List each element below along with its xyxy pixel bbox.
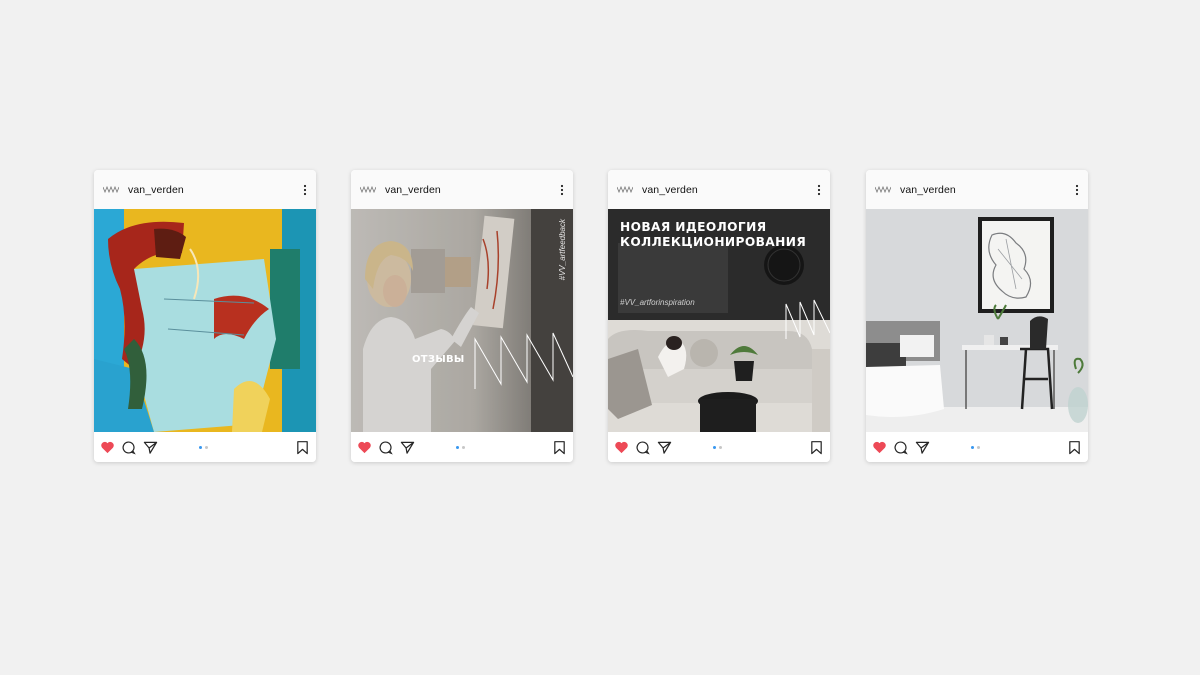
post-image-gallery-review[interactable]: ОТЗЫВЫ #VV_artfeedback [351,209,573,432]
overlay-label: ОТЗЫВЫ [412,354,465,365]
instagram-post-4: van_verden [866,170,1088,462]
vertical-ellipsis-icon[interactable] [302,183,308,197]
carousel-dot-active [199,446,202,449]
carousel-dot [205,446,208,449]
vertical-ellipsis-icon[interactable] [816,183,822,197]
post-header: van_verden [608,170,830,209]
vertical-ellipsis-icon[interactable] [559,183,565,197]
username[interactable]: van_verden [642,184,698,196]
post-actions [351,432,573,462]
bookmark-icon[interactable] [552,440,567,455]
paper-plane-icon[interactable] [143,440,158,455]
van-verden-logo-icon[interactable] [360,183,376,195]
bookmark-icon[interactable] [295,440,310,455]
carousel-dot-active [456,446,459,449]
van-verden-logo-icon[interactable] [103,183,119,195]
username[interactable]: van_verden [128,184,184,196]
post-image-abstract-painting[interactable] [94,209,316,432]
van-verden-logo-icon[interactable] [875,183,891,195]
heart-icon[interactable] [614,440,629,455]
carousel-dot-active [971,446,974,449]
paper-plane-icon[interactable] [915,440,930,455]
username[interactable]: van_verden [385,184,441,196]
carousel-indicator [713,446,727,450]
post-actions [608,432,830,462]
comment-icon[interactable] [893,440,908,455]
mockup-stage: van_verden van_verden ОТЗЫВЫ #VV_artfeed… [0,0,1200,675]
instagram-post-3: van_verden НОВАЯ ИДЕОЛОГИЯ КОЛЛЕКЦИОНИРО… [608,170,830,462]
comment-icon[interactable] [121,440,136,455]
hashtag-label: #VV_artfeedback [558,219,567,281]
hashtag-label: #VV_artforinspiration [620,298,695,307]
post-actions [866,432,1088,462]
bookmark-icon[interactable] [1067,440,1082,455]
heart-icon[interactable] [357,440,372,455]
paper-plane-icon[interactable] [400,440,415,455]
post-image-collecting-ideology[interactable]: НОВАЯ ИДЕОЛОГИЯ КОЛЛЕКЦИОНИРОВАНИЯ #VV_a… [608,209,830,432]
bookmark-icon[interactable] [809,440,824,455]
paper-plane-icon[interactable] [657,440,672,455]
instagram-post-2: van_verden ОТЗЫВЫ #VV_artfeedback [351,170,573,462]
heart-icon[interactable] [100,440,115,455]
post-image-bedroom-interior[interactable] [866,209,1088,432]
carousel-indicator [456,446,470,450]
instagram-post-1: van_verden [94,170,316,462]
post-headline: НОВАЯ ИДЕОЛОГИЯ КОЛЛЕКЦИОНИРОВАНИЯ [620,220,807,249]
carousel-dot [719,446,722,449]
van-verden-logo-icon[interactable] [617,183,633,195]
carousel-dot-active [713,446,716,449]
vertical-ellipsis-icon[interactable] [1074,183,1080,197]
comment-icon[interactable] [635,440,650,455]
carousel-dot [462,446,465,449]
post-header: van_verden [351,170,573,209]
carousel-dot [977,446,980,449]
username[interactable]: van_verden [900,184,956,196]
comment-icon[interactable] [378,440,393,455]
post-actions [94,432,316,462]
carousel-indicator [971,446,985,450]
carousel-indicator [199,446,213,450]
post-header: van_verden [94,170,316,209]
heart-icon[interactable] [872,440,887,455]
post-header: van_verden [866,170,1088,209]
